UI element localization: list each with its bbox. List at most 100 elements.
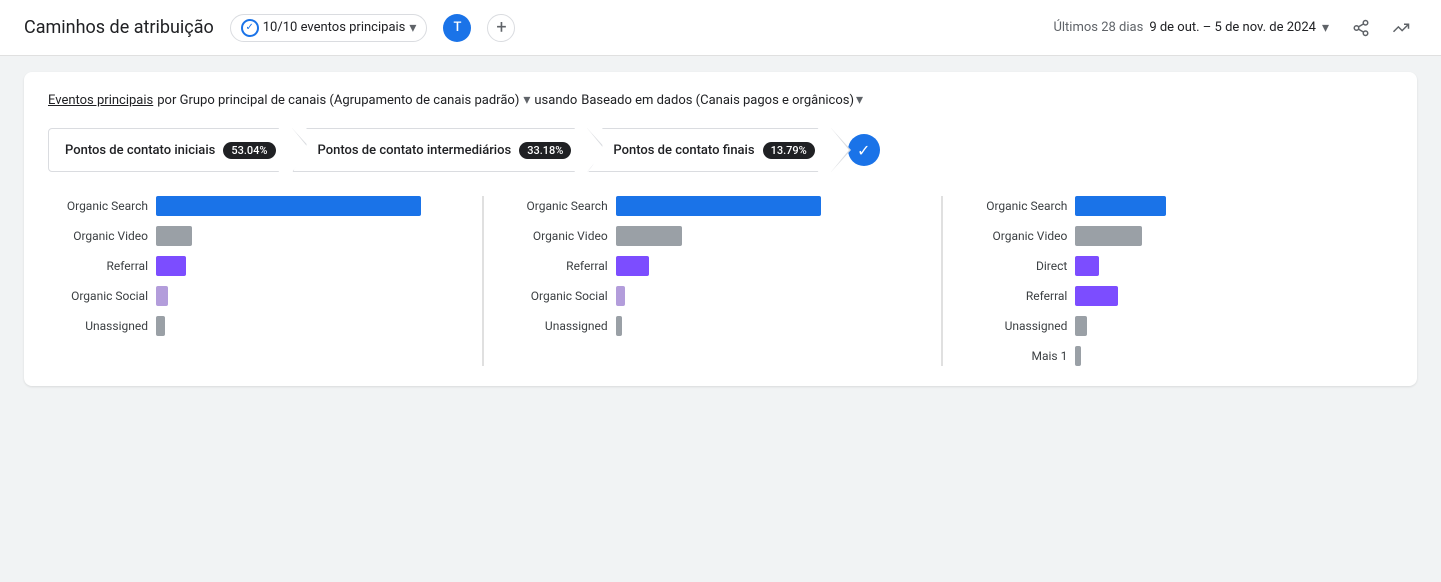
bar-track — [156, 286, 458, 306]
bar-fill — [616, 226, 682, 246]
bar-label: Organic Search — [48, 199, 148, 213]
bar-track — [156, 256, 458, 276]
bar-row: Direct — [967, 256, 1377, 276]
step-final-label: Pontos de contato finais — [613, 143, 754, 158]
bar-label: Direct — [967, 259, 1067, 273]
bar-chart-final: Organic Search Organic Video Direct — [967, 196, 1377, 366]
bar-chart-initial: Organic Search Organic Video Referral — [48, 196, 458, 336]
bar-fill — [616, 196, 821, 216]
bar-label: Organic Social — [508, 289, 608, 303]
step-final-badge: 13.79% — [763, 142, 815, 159]
bar-track — [1075, 346, 1377, 366]
bar-row: Organic Video — [508, 226, 918, 246]
date-range-selector[interactable]: Últimos 28 dias 9 de out. – 5 de nov. de… — [1053, 20, 1329, 36]
add-comparison-button[interactable]: + — [487, 14, 515, 42]
bar-row: Organic Video — [48, 226, 458, 246]
header-icons — [1345, 12, 1417, 44]
bar-fill — [1075, 196, 1166, 216]
bar-row: Referral — [48, 256, 458, 276]
bar-row: Organic Social — [508, 286, 918, 306]
bar-track — [156, 316, 458, 336]
bar-fill — [1075, 346, 1081, 366]
chart-mid: Organic Search Organic Video Referral — [484, 196, 943, 366]
bar-track — [616, 316, 918, 336]
bar-fill — [1075, 316, 1087, 336]
channel-group-chevron-icon: ▾ — [523, 92, 530, 108]
trend-button[interactable] — [1385, 12, 1417, 44]
bar-row: Mais 1 — [967, 346, 1377, 366]
bar-row: Unassigned — [967, 316, 1377, 336]
top-header: Caminhos de atribuição ✓ 10/10 eventos p… — [0, 0, 1441, 56]
attribution-card: Eventos principais por Grupo principal d… — [24, 72, 1417, 386]
bar-fill — [1075, 256, 1099, 276]
bar-row: Referral — [967, 286, 1377, 306]
chart-final: Organic Search Organic Video Direct — [943, 196, 1393, 366]
bar-label: Mais 1 — [967, 349, 1067, 363]
bar-label: Organic Video — [508, 229, 608, 243]
bar-track — [1075, 256, 1377, 276]
funnel-complete-check: ✓ — [848, 134, 880, 166]
bar-label: Organic Search — [508, 199, 608, 213]
bar-fill — [156, 196, 421, 216]
bar-label: Referral — [48, 259, 148, 273]
step-mid-badge: 33.18% — [519, 142, 571, 159]
filter-label: 10/10 eventos principais — [263, 20, 406, 35]
bar-fill — [156, 226, 192, 246]
bar-row: Organic Video — [967, 226, 1377, 246]
bar-fill — [616, 256, 649, 276]
model-label: Baseado em dados (Canais pagos e orgânic… — [581, 93, 854, 108]
date-range-value: 9 de out. – 5 de nov. de 2024 — [1149, 20, 1316, 35]
model-selector[interactable]: Baseado em dados (Canais pagos e orgânic… — [581, 92, 863, 108]
bar-track — [616, 256, 918, 276]
chart-initial: Organic Search Organic Video Referral — [48, 196, 483, 366]
subtitle-connector: usando — [534, 93, 577, 108]
eventos-principais-link[interactable]: Eventos principais — [48, 93, 153, 108]
share-button[interactable] — [1345, 12, 1377, 44]
avatar: T — [443, 14, 471, 42]
bar-row: Organic Search — [967, 196, 1377, 216]
bar-row: Referral — [508, 256, 918, 276]
funnel-step-initial[interactable]: Pontos de contato iniciais 53.04% — [48, 128, 293, 172]
funnel-step-mid[interactable]: Pontos de contato intermediários 33.18% — [293, 128, 589, 172]
date-label: Últimos 28 dias — [1053, 20, 1143, 35]
funnel-arrow-3 — [831, 128, 851, 172]
page-title: Caminhos de atribuição — [24, 17, 214, 38]
bar-label: Referral — [508, 259, 608, 273]
bar-label: Unassigned — [508, 319, 608, 333]
bar-label: Organic Search — [967, 199, 1067, 213]
bar-fill — [616, 286, 625, 306]
bar-track — [616, 286, 918, 306]
bar-track — [1075, 286, 1377, 306]
bar-track — [1075, 226, 1377, 246]
bar-row: Organic Search — [48, 196, 458, 216]
bar-row: Unassigned — [48, 316, 458, 336]
funnel-steps: Pontos de contato iniciais 53.04% Pontos… — [48, 128, 1393, 172]
bar-label: Organic Social — [48, 289, 148, 303]
bar-fill — [616, 316, 622, 336]
bar-fill — [156, 256, 186, 276]
goal-filter-chip[interactable]: ✓ 10/10 eventos principais ▾ — [230, 14, 428, 42]
funnel-step-final[interactable]: Pontos de contato finais 13.79% — [588, 128, 831, 172]
bar-label: Referral — [967, 289, 1067, 303]
main-content: Eventos principais por Grupo principal d… — [0, 56, 1441, 402]
bar-label: Unassigned — [967, 319, 1067, 333]
subtitle-row: Eventos principais por Grupo principal d… — [48, 92, 1393, 108]
check-icon: ✓ — [241, 19, 259, 37]
bar-fill — [1075, 286, 1117, 306]
bar-chart-mid: Organic Search Organic Video Referral — [508, 196, 918, 336]
bar-track — [616, 226, 918, 246]
bar-track — [156, 226, 458, 246]
filter-chevron-icon: ▾ — [409, 20, 416, 36]
bar-track — [1075, 196, 1377, 216]
bar-track — [156, 196, 458, 216]
bar-label: Unassigned — [48, 319, 148, 333]
bar-track — [616, 196, 918, 216]
subtitle-middle: por Grupo principal de canais (Agrupamen… — [157, 93, 519, 108]
bar-track — [1075, 316, 1377, 336]
step-mid-label: Pontos de contato intermediários — [318, 143, 512, 158]
bar-label: Organic Video — [967, 229, 1067, 243]
bar-fill — [1075, 226, 1141, 246]
model-chevron-icon: ▾ — [856, 92, 863, 108]
bar-row: Organic Social — [48, 286, 458, 306]
date-chevron-icon: ▾ — [1322, 20, 1329, 36]
